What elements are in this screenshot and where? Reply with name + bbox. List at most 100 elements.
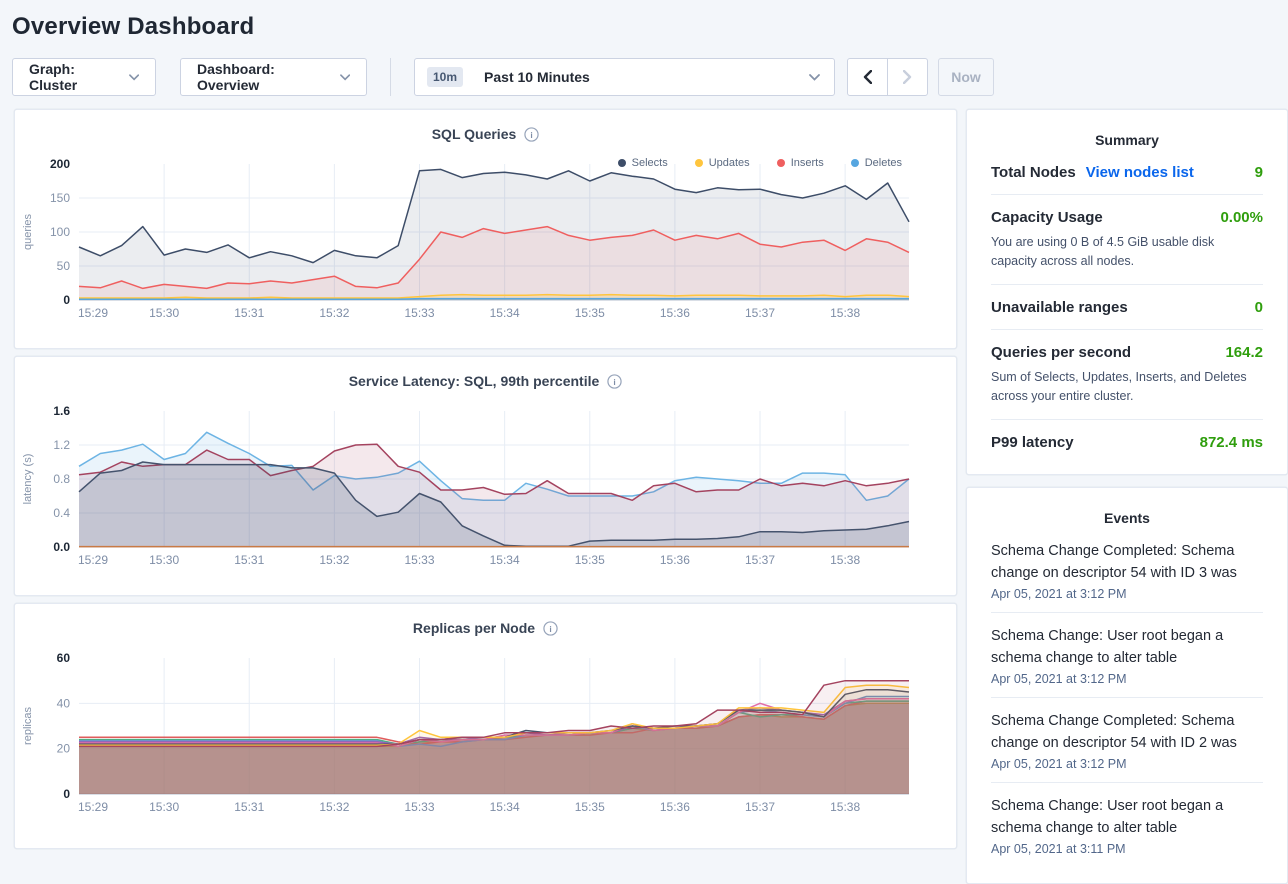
summary-row-label: P99 latency <box>991 434 1074 451</box>
svg-text:1.2: 1.2 <box>53 438 70 452</box>
view-nodes-link[interactable]: View nodes list <box>1086 164 1194 181</box>
events-panel: Events Schema Change Completed: Schema c… <box>966 487 1288 884</box>
time-step-buttons <box>847 58 928 96</box>
event-text[interactable]: Schema Change Completed: Schema change o… <box>991 540 1263 584</box>
summary-row-value: 0 <box>1255 299 1263 316</box>
summary-row-label: Unavailable ranges <box>991 299 1128 316</box>
svg-text:15:38: 15:38 <box>830 553 860 567</box>
event-timestamp: Apr 05, 2021 at 3:12 PM <box>991 587 1263 601</box>
svg-text:latency (s): latency (s) <box>22 454 34 505</box>
summary-row-label: Capacity Usage <box>991 209 1103 226</box>
svg-text:15:29: 15:29 <box>78 553 108 567</box>
legend-item-updates: Updates <box>695 157 750 169</box>
svg-text:i: i <box>614 376 616 386</box>
event-text[interactable]: Schema Change Completed: Schema change o… <box>991 710 1263 754</box>
previous-time-button[interactable] <box>848 59 887 95</box>
replicas-per-node-chart[interactable]: 15:2915:3015:3115:3215:3315:3415:3515:36… <box>15 652 956 833</box>
info-icon[interactable]: i <box>543 621 558 636</box>
graph-dropdown[interactable]: Graph: Cluster <box>12 58 156 96</box>
svg-text:15:29: 15:29 <box>78 306 108 320</box>
svg-text:15:36: 15:36 <box>660 800 690 814</box>
svg-text:queries: queries <box>22 213 34 250</box>
summary-row: Queries per second164.2Sum of Selects, U… <box>991 330 1263 420</box>
chevron-right-icon <box>903 70 912 84</box>
svg-text:15:35: 15:35 <box>575 553 605 567</box>
legend-item-selects: Selects <box>618 157 668 169</box>
summary-row: P99 latency 872.4 ms <box>991 420 1263 464</box>
summary-row-value: 9 <box>1255 164 1263 181</box>
svg-text:50: 50 <box>57 259 71 273</box>
chevron-down-icon <box>340 74 350 81</box>
sql-queries-chart[interactable]: 15:2915:3015:3115:3215:3315:3415:3515:36… <box>15 158 956 339</box>
svg-text:0: 0 <box>63 293 70 307</box>
page-title: Overview Dashboard <box>0 0 1288 41</box>
summary-row-description: Sum of Selects, Updates, Inserts, and De… <box>991 368 1263 406</box>
svg-text:15:37: 15:37 <box>745 800 775 814</box>
summary-row-value: 0.00% <box>1220 209 1263 226</box>
svg-text:15:33: 15:33 <box>404 800 434 814</box>
svg-text:i: i <box>549 623 551 633</box>
svg-text:40: 40 <box>57 696 71 710</box>
main-layout: SQL Queries i SelectsUpdatesInsertsDelet… <box>0 97 1288 884</box>
time-range-label: Past 10 Minutes <box>484 69 590 85</box>
chevron-down-icon <box>129 74 139 81</box>
replicas-per-node-card: Replicas per Node i 15:2915:3015:3115:32… <box>14 603 957 849</box>
chart-legend: Selects Updates Inserts Deletes <box>618 157 902 169</box>
svg-text:15:36: 15:36 <box>660 306 690 320</box>
now-button-label: Now <box>951 69 981 85</box>
sql-queries-card: SQL Queries i SelectsUpdatesInsertsDelet… <box>14 109 957 349</box>
svg-text:0.0: 0.0 <box>53 540 70 554</box>
svg-text:15:31: 15:31 <box>234 306 264 320</box>
dashboard-dropdown-label: Dashboard: Overview <box>197 61 331 93</box>
svg-text:15:35: 15:35 <box>575 800 605 814</box>
svg-text:15:34: 15:34 <box>490 800 520 814</box>
next-time-button[interactable] <box>887 59 927 95</box>
svg-text:60: 60 <box>57 652 71 665</box>
events-title: Events <box>991 504 1263 528</box>
svg-text:0.4: 0.4 <box>53 506 70 520</box>
svg-text:15:30: 15:30 <box>149 306 179 320</box>
toolbar: Graph: Cluster Dashboard: Overview 10m P… <box>0 41 1288 97</box>
svg-text:15:32: 15:32 <box>319 306 349 320</box>
svg-text:200: 200 <box>50 158 70 171</box>
summary-panel: Summary Total NodesView nodes list9Capac… <box>966 109 1288 475</box>
toolbar-divider <box>390 58 391 96</box>
info-icon[interactable]: i <box>607 374 622 389</box>
summary-row-label: Total Nodes <box>991 164 1076 181</box>
svg-text:1.6: 1.6 <box>53 405 70 418</box>
svg-text:15:38: 15:38 <box>830 306 860 320</box>
svg-text:15:30: 15:30 <box>149 553 179 567</box>
svg-text:20: 20 <box>57 742 71 756</box>
event-text[interactable]: Schema Change: User root began a schema … <box>991 625 1263 669</box>
svg-text:15:37: 15:37 <box>745 306 775 320</box>
event-timestamp: Apr 05, 2021 at 3:11 PM <box>991 842 1263 856</box>
legend-label: Deletes <box>865 157 902 169</box>
svg-text:15:30: 15:30 <box>149 800 179 814</box>
time-range-badge: 10m <box>427 67 463 87</box>
dashboard-dropdown[interactable]: Dashboard: Overview <box>180 58 367 96</box>
legend-label: Inserts <box>791 157 824 169</box>
event-item: Schema Change Completed: Schema change o… <box>991 528 1263 613</box>
summary-row: Total Nodes View nodes list 9 <box>991 150 1263 195</box>
legend-dot <box>695 159 703 167</box>
svg-text:15:32: 15:32 <box>319 800 349 814</box>
service-latency-card: Service Latency: SQL, 99th percentile i … <box>14 356 957 596</box>
legend-dot <box>777 159 785 167</box>
charts-column: SQL Queries i SelectsUpdatesInsertsDelet… <box>14 109 957 849</box>
svg-text:15:29: 15:29 <box>78 800 108 814</box>
legend-dot <box>618 159 626 167</box>
summary-row-value: 872.4 ms <box>1200 434 1263 451</box>
svg-text:15:38: 15:38 <box>830 800 860 814</box>
svg-text:15:33: 15:33 <box>404 553 434 567</box>
info-icon[interactable]: i <box>524 127 539 142</box>
legend-label: Updates <box>709 157 750 169</box>
event-text[interactable]: Schema Change: User root began a schema … <box>991 795 1263 839</box>
svg-text:15:33: 15:33 <box>404 306 434 320</box>
service-latency-chart[interactable]: 15:2915:3015:3115:3215:3315:3415:3515:36… <box>15 405 956 586</box>
event-item: Schema Change: User root began a schema … <box>991 783 1263 867</box>
legend-item-deletes: Deletes <box>851 157 902 169</box>
now-button[interactable]: Now <box>938 58 994 96</box>
svg-text:0.8: 0.8 <box>53 472 70 486</box>
time-range-dropdown[interactable]: 10m Past 10 Minutes <box>414 58 835 96</box>
summary-row-description: You are using 0 B of 4.5 GiB usable disk… <box>991 233 1263 271</box>
